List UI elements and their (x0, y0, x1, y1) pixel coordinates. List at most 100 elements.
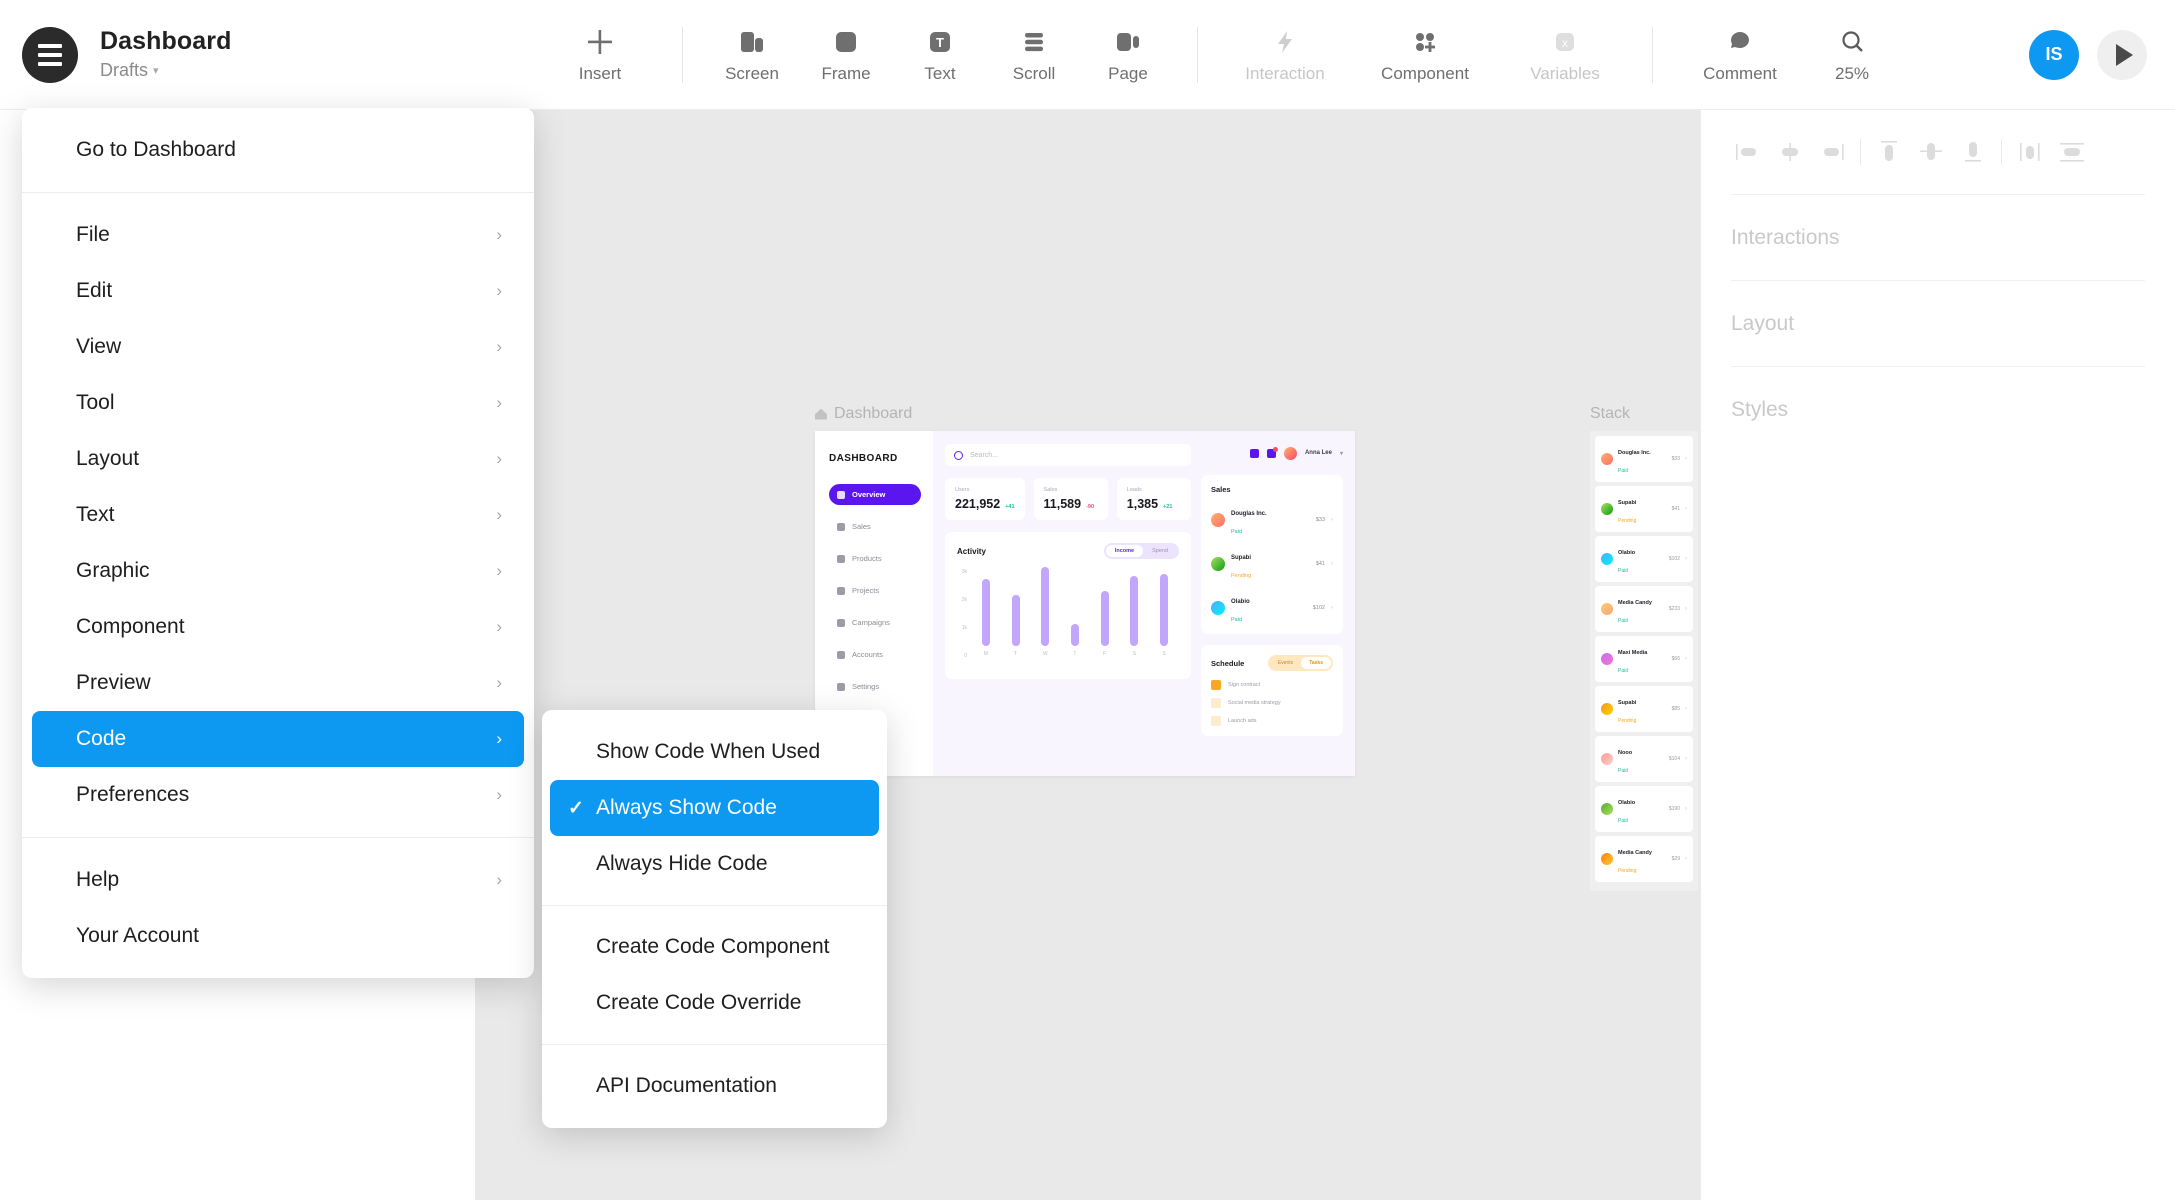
main-menu-dropdown[interactable]: Go to Dashboard File › Edit › View › Tool › Layo… (22, 108, 534, 978)
dashboard-nav-item-accounts[interactable]: Accounts (829, 644, 921, 665)
x-tick: S (1132, 651, 1137, 657)
checkbox-icon[interactable] (1211, 698, 1221, 708)
menu-item-view[interactable]: View › (32, 319, 524, 375)
stack-list[interactable]: Douglas Inc. Paid $33 › Supabi Pending $41 › Ola… (1590, 431, 1698, 891)
schedule-segmented-control[interactable]: Events Tasks (1267, 655, 1333, 671)
tool-scroll[interactable]: Scroll (987, 25, 1081, 84)
stack-list-item[interactable]: Douglas Inc. Paid $33 › (1595, 436, 1693, 482)
stack-frame-wrapper[interactable]: Stack Douglas Inc. Paid $33 › Supabi Pending $… (1590, 405, 1698, 891)
zoom-control[interactable]: 25% (1805, 25, 1899, 84)
menu-item-help[interactable]: Help › (32, 852, 524, 908)
sales-row[interactable]: Supabi Pending $41 › (1211, 546, 1333, 582)
stack-list-item[interactable]: Supabi Pending $85 › (1595, 686, 1693, 732)
menu-item-graphic[interactable]: Graphic › (32, 543, 524, 599)
stack-list-item[interactable]: Media Candy Paid $233 › (1595, 586, 1693, 632)
tool-component[interactable]: Component (1350, 25, 1500, 84)
align-bottom-icon[interactable] (1956, 137, 1990, 167)
chart-segmented-control[interactable]: Income Spend (1103, 543, 1179, 559)
submenu-item-label: Create Code Component (596, 935, 830, 958)
stack-list-item[interactable]: Olabio Paid $102 › (1595, 536, 1693, 582)
avatar[interactable]: IS (2029, 29, 2079, 80)
stack-list-item[interactable]: Supabi Pending $41 › (1595, 486, 1693, 532)
tool-comment[interactable]: Comment (1675, 25, 1805, 84)
frame-label[interactable]: Dashboard (815, 405, 1355, 423)
insert-button[interactable]: Insert (540, 25, 660, 84)
distribute-horizontal-icon[interactable] (2013, 137, 2047, 167)
chevron-right-icon: › (496, 281, 502, 300)
sales-row[interactable]: Douglas Inc. Paid $33 › (1211, 502, 1333, 538)
tool-interaction[interactable]: Interaction (1220, 25, 1350, 84)
checkbox-icon[interactable] (1211, 716, 1221, 726)
section-styles[interactable]: Styles (1731, 366, 2145, 452)
menu-item-tool[interactable]: Tool › (32, 375, 524, 431)
align-center-horizontal-icon[interactable] (1773, 137, 1807, 167)
segment-income[interactable]: Income (1105, 545, 1144, 557)
menu-item-layout[interactable]: Layout › (32, 431, 524, 487)
menu-item-label: View (76, 335, 122, 358)
dashboard-nav-item-projects[interactable]: Projects (829, 580, 921, 601)
notifications-icon[interactable] (1266, 446, 1278, 458)
dashboard-nav-item-campaigns[interactable]: Campaigns (829, 612, 921, 633)
menu-item-code[interactable]: Code › (32, 711, 524, 767)
dashboard-search-input[interactable]: Search... (945, 444, 1191, 466)
avatar[interactable] (1283, 446, 1297, 460)
document-project[interactable]: Drafts ▾ (100, 60, 231, 81)
preview-play-button[interactable] (2097, 29, 2147, 80)
align-right-icon[interactable] (1815, 137, 1849, 167)
menu-item-text[interactable]: Text › (32, 487, 524, 543)
menu-item-go-to-dashboard[interactable]: Go to Dashboard (32, 122, 524, 178)
submenu-item-api-documentation[interactable]: API Documentation (550, 1058, 879, 1114)
align-top-icon[interactable] (1872, 137, 1906, 167)
submenu-item-always-show-code[interactable]: ✓ Always Show Code (550, 780, 879, 836)
main-menu-button[interactable] (22, 26, 78, 83)
segment-events[interactable]: Events (1270, 657, 1301, 669)
menu-item-edit[interactable]: Edit › (32, 263, 524, 319)
sales-row[interactable]: Olabio Paid $102 › (1211, 590, 1333, 626)
dashboard-nav-item-settings[interactable]: Settings (829, 676, 921, 697)
submenu-item-show-code-when-used[interactable]: Show Code When Used (550, 724, 879, 780)
menu-item-preview[interactable]: Preview › (32, 655, 524, 711)
submenu-item-create-code-override[interactable]: Create Code Override (550, 975, 879, 1031)
chevron-down-icon[interactable]: ▾ (153, 64, 159, 77)
schedule-item[interactable]: Launch ads (1211, 716, 1333, 726)
tool-screen[interactable]: Screen (705, 25, 799, 84)
align-center-vertical-icon[interactable] (1914, 137, 1948, 167)
stat-label: Leads (1126, 487, 1142, 493)
stack-item-amount: $233 (1668, 606, 1680, 612)
tool-page[interactable]: Page (1081, 25, 1175, 84)
stack-list-item[interactable]: Maxi Media Paid $66 › (1595, 636, 1693, 682)
stack-list-item[interactable]: Media Candy Pending $29 › (1595, 836, 1693, 882)
submenu-item-always-hide-code[interactable]: Always Hide Code (550, 836, 879, 892)
stack-list-item[interactable]: Nooo Paid $104 › (1595, 736, 1693, 782)
nav-label: Sales (852, 522, 871, 531)
distribute-vertical-icon[interactable] (2055, 137, 2089, 167)
stack-list-item[interactable]: Olabio Paid $190 › (1595, 786, 1693, 832)
dashboard-frame-wrapper[interactable]: Dashboard DASHBOARD Overview Sales Produ… (815, 405, 1355, 776)
segment-spend[interactable]: Spend (1143, 545, 1177, 557)
dashboard-nav-item-overview[interactable]: Overview (829, 484, 921, 505)
apps-icon[interactable] (1249, 448, 1259, 458)
align-left-icon[interactable] (1731, 137, 1765, 167)
menu-item-your-account[interactable]: Your Account (32, 908, 524, 964)
menu-item-preferences[interactable]: Preferences › (32, 767, 524, 823)
home-icon (815, 408, 827, 420)
section-layout[interactable]: Layout (1731, 280, 2145, 366)
checkbox-checked-icon[interactable] (1211, 680, 1221, 690)
chevron-right-icon: › (496, 785, 502, 804)
tool-frame[interactable]: Frame (799, 25, 893, 84)
tool-text[interactable]: T Text (893, 25, 987, 84)
dashboard-nav-item-sales[interactable]: Sales (829, 516, 921, 537)
schedule-item[interactable]: Sign contract (1211, 680, 1333, 690)
stat-delta: +21 (1163, 504, 1173, 510)
code-submenu[interactable]: Show Code When Used ✓ Always Show Code Alwa… (542, 710, 887, 1128)
chevron-down-icon[interactable]: ▾ (1340, 450, 1343, 457)
tool-variables[interactable]: x Variables (1500, 25, 1630, 84)
segment-tasks[interactable]: Tasks (1301, 657, 1331, 669)
dashboard-preview[interactable]: DASHBOARD Overview Sales Products Projec… (815, 431, 1355, 776)
menu-item-file[interactable]: File › (32, 207, 524, 263)
submenu-item-create-code-component[interactable]: Create Code Component (550, 919, 879, 975)
menu-item-component[interactable]: Component › (32, 599, 524, 655)
dashboard-nav-item-products[interactable]: Products (829, 548, 921, 569)
schedule-item[interactable]: Social media strategy (1211, 698, 1333, 708)
section-interactions[interactable]: Interactions (1731, 194, 2145, 280)
